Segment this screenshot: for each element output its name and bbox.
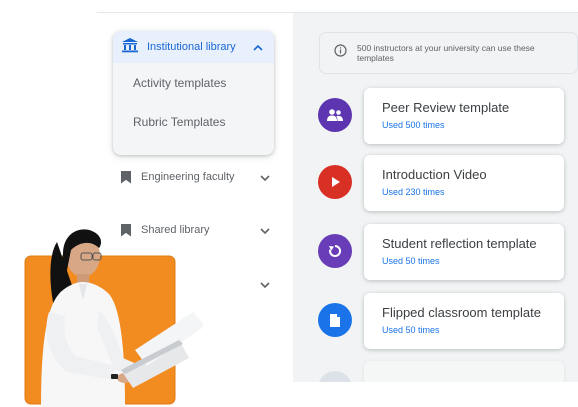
chevron-down-icon[interactable] bbox=[259, 171, 271, 183]
template-card bbox=[364, 361, 564, 382]
sidebar-item-activity-templates[interactable]: Activity templates bbox=[113, 63, 274, 102]
info-banner-text: 500 instructors at your university can u… bbox=[357, 43, 535, 63]
sidebar-item-engineering-faculty[interactable]: Engineering faculty bbox=[121, 166, 271, 188]
template-name: Introduction Video bbox=[382, 167, 487, 182]
template-card[interactable]: Peer Review template Used 500 times bbox=[364, 88, 564, 144]
template-name: Flipped classroom template bbox=[382, 305, 541, 320]
chevron-up-icon[interactable] bbox=[252, 41, 264, 53]
institutional-library-label: Institutional library bbox=[147, 41, 236, 53]
template-usage: Used 50 times bbox=[382, 256, 440, 266]
template-card[interactable]: Flipped classroom template Used 50 times bbox=[364, 293, 564, 349]
template-row-partial bbox=[318, 361, 578, 382]
template-row-flipped-classroom[interactable]: Flipped classroom template Used 50 times bbox=[318, 293, 578, 349]
template-card[interactable]: Introduction Video Used 230 times bbox=[364, 155, 564, 211]
refresh-icon bbox=[318, 234, 352, 268]
template-content-area: 500 instructors at your university can u… bbox=[293, 13, 578, 382]
template-usage: Used 50 times bbox=[382, 325, 440, 335]
template-row-peer-review[interactable]: Peer Review template Used 500 times bbox=[318, 88, 578, 144]
template-name: Peer Review template bbox=[382, 100, 510, 115]
institutional-library-header[interactable]: Institutional library bbox=[113, 31, 274, 63]
info-icon bbox=[334, 44, 347, 62]
person-with-laptop-image bbox=[13, 220, 205, 407]
template-name: Student reflection template bbox=[382, 236, 537, 251]
template-placeholder-icon bbox=[318, 371, 352, 382]
institution-icon bbox=[121, 37, 139, 58]
template-card[interactable]: Student reflection template Used 50 time… bbox=[364, 224, 564, 280]
institutional-library-panel: Institutional library Activity templates… bbox=[113, 31, 274, 155]
document-icon bbox=[318, 303, 352, 337]
sidebar-item-label: Engineering faculty bbox=[141, 171, 235, 183]
chevron-down-icon[interactable] bbox=[259, 224, 271, 236]
info-banner: 500 instructors at your university can u… bbox=[320, 33, 577, 73]
template-usage: Used 230 times bbox=[382, 187, 445, 197]
template-usage: Used 500 times bbox=[382, 120, 445, 130]
people-icon bbox=[318, 98, 352, 132]
bookmark-icon bbox=[121, 170, 131, 184]
sidebar-item-rubric-templates[interactable]: Rubric Templates bbox=[113, 102, 274, 141]
template-row-introduction-video[interactable]: Introduction Video Used 230 times bbox=[318, 155, 578, 211]
template-row-student-reflection[interactable]: Student reflection template Used 50 time… bbox=[318, 224, 578, 280]
play-icon bbox=[318, 165, 352, 199]
chevron-down-icon[interactable] bbox=[259, 278, 271, 290]
